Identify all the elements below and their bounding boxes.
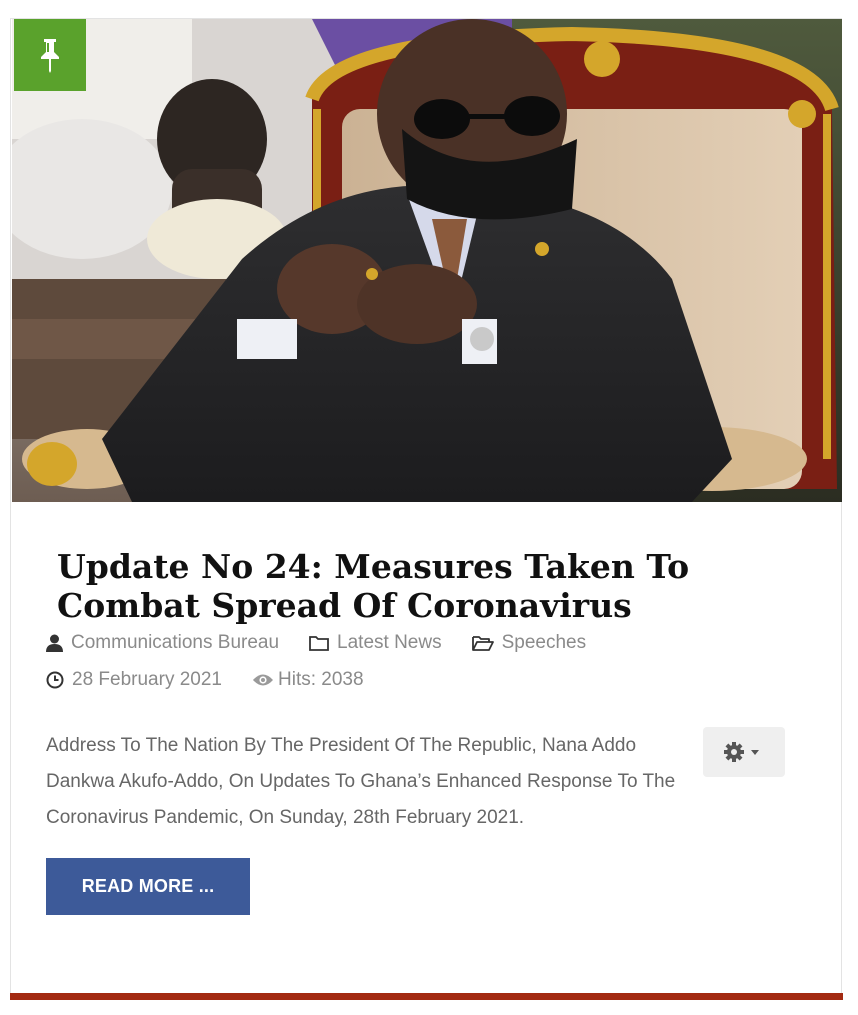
author-info: Communications Bureau	[46, 632, 279, 654]
article-title[interactable]: Update No 24: Measures Taken To Combat S…	[57, 547, 797, 625]
author-name: Communications Bureau	[71, 632, 280, 653]
caret-down-icon	[751, 750, 759, 755]
category-link[interactable]: Latest News	[337, 632, 442, 654]
featured-badge	[14, 19, 86, 91]
pushpin-icon	[41, 39, 59, 73]
user-icon	[46, 634, 63, 652]
parent-category-info: Speeches	[471, 632, 587, 654]
article-stats-row: 28 February 2021 Hits: 2038	[46, 669, 394, 691]
clock-icon	[46, 671, 64, 689]
article-card: Update No 24: Measures Taken To Combat S…	[10, 18, 842, 996]
hits-info: Hits: 2038	[252, 669, 364, 691]
article-tools-button[interactable]	[703, 727, 785, 777]
president-photo	[12, 19, 842, 502]
folder-open-icon	[471, 636, 494, 651]
read-more-button[interactable]: READ MORE ...	[46, 858, 250, 915]
article-intro: Address To The Nation By The President O…	[46, 735, 676, 828]
article-image[interactable]	[12, 19, 842, 502]
folder-icon	[309, 636, 329, 651]
category-info: Latest News	[309, 632, 442, 654]
hits-count: Hits: 2038	[278, 669, 364, 690]
publish-date: 28 February 2021	[46, 669, 222, 691]
parent-category-link[interactable]: Speeches	[502, 632, 587, 654]
gear-icon	[724, 742, 759, 762]
article-info-row: Communications Bureau Latest News Speech…	[46, 632, 616, 654]
bottom-divider	[10, 993, 843, 1000]
publish-date-text: 28 February 2021	[72, 669, 222, 690]
eye-icon	[253, 674, 273, 686]
